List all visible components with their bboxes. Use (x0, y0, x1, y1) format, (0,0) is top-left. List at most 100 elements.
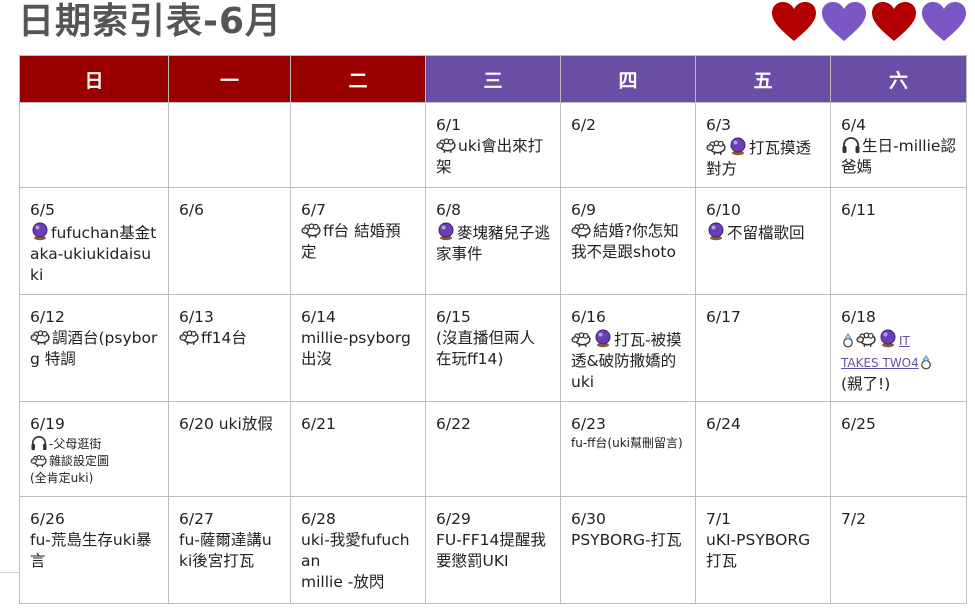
day-date: 6/5 (30, 201, 55, 219)
calendar-week-row: 6/19 -父母逛街 雜談設定圖 (全肯定uki) 6/20 uki放假 6/2… (19, 401, 967, 497)
day-event: ff14台 (179, 328, 280, 349)
ring-icon (919, 354, 933, 370)
calendar-day-cell: 6/23 fu-ff台(uki幫刪留言) (560, 401, 696, 497)
purple-heart-icon (822, 2, 866, 41)
red-heart-icon (872, 2, 916, 41)
headphones-icon (30, 435, 48, 451)
calendar-day-cell: 6/28 uki-我愛fufuchan millie -放閃 (290, 496, 426, 604)
calendar-day-cell (168, 102, 291, 188)
header-monday: 一 (168, 55, 291, 103)
calendar-day-cell: 6/1 uki會出來打架 (425, 102, 561, 188)
calendar-day-cell (290, 102, 426, 188)
calendar-day-cell: 6/24 (695, 401, 831, 497)
calendar-header-row: 日 一 二 三 四 五 六 (19, 55, 967, 103)
day-date: 6/10 (706, 201, 741, 219)
sheep-icon (301, 222, 322, 239)
day-event: (全肯定uki) (30, 471, 94, 485)
crystal-ball-icon (728, 136, 748, 156)
calendar-day-cell: 6/15 (沒直播但兩人在玩ff14) (425, 294, 561, 402)
header-tuesday: 二 (290, 55, 426, 103)
calendar-week-row: 6/1 uki會出來打架 6/2 6/3 打瓦摸透對方 6/4 生日-milli… (19, 102, 967, 188)
day-event: 打瓦摸透對方 (706, 136, 820, 180)
calendar-day-cell: 6/4 生日-millie認爸媽 (830, 102, 967, 188)
day-date: 6/2 (571, 116, 596, 134)
sheep-icon (436, 137, 457, 154)
day-event: fu-荒島生存uki暴言 (30, 531, 152, 570)
day-date: 6/3 (706, 116, 731, 134)
calendar-week-row: 6/12 調酒台(psyborg 特調 6/13 ff14台 6/14 mill… (19, 294, 967, 402)
calendar-table: 日 一 二 三 四 五 六 6/1 uki會出來打架 6/2 6/3 打瓦摸透對… (19, 55, 967, 604)
day-event: 結婚?你怎知我不是跟shoto (571, 222, 679, 261)
calendar-day-cell: 6/17 (695, 294, 831, 402)
day-date: 6/23 (571, 415, 606, 433)
calendar-day-cell: 6/19 -父母逛街 雜談設定圖 (全肯定uki) (19, 401, 169, 497)
day-event: uKI-PSYBORG打瓦 (706, 531, 811, 570)
header-sunday: 日 (19, 55, 169, 103)
day-date: 6/29 (436, 510, 471, 528)
day-event: 生日-millie認爸媽 (841, 136, 956, 176)
day-event: 打瓦-被摸透&破防撒嬌的uki (571, 328, 685, 393)
calendar-day-cell: 6/5 fufuchan基金taka-ukiukidaisuki (19, 187, 169, 295)
sheep-icon (30, 454, 48, 468)
calendar-day-cell: 6/7 ff台 結婚預定 (290, 187, 426, 295)
day-event: (沒直播但兩人在玩ff14) (436, 329, 536, 368)
header-thursday: 四 (560, 55, 696, 103)
day-date: 6/15 (436, 308, 471, 326)
sheep-icon (856, 331, 877, 348)
page-divider (0, 572, 19, 573)
day-event: TAKES TWO4 (841, 352, 956, 374)
calendar-day-cell (19, 102, 169, 188)
calendar-day-cell: 6/12 調酒台(psyborg 特調 (19, 294, 169, 402)
day-date: 6/26 (30, 510, 65, 528)
calendar-day-cell: 6/8 麥塊豬兒子逃家事件 (425, 187, 561, 295)
calendar-week-row: 6/26 fu-荒島生存uki暴言 6/27 fu-薩爾達講uki後宮打瓦 6/… (19, 496, 967, 604)
hearts-decoration (771, 0, 967, 44)
day-event: fufuchan基金taka-ukiukidaisuki (30, 221, 158, 286)
day-event: fu-薩爾達講uki後宮打瓦 (179, 531, 272, 570)
sheep-icon (30, 329, 51, 346)
day-date: 6/6 (179, 201, 204, 219)
calendar-day-cell: 6/6 (168, 187, 291, 295)
sheep-icon (571, 222, 592, 239)
calendar-day-cell: 7/1 uKI-PSYBORG打瓦 (695, 496, 831, 604)
day-date: 6/28 (301, 510, 336, 528)
calendar-day-cell: 6/11 (830, 187, 967, 295)
page-title: 日期索引表-6月 (18, 1, 282, 42)
day-event: millie-psyborg出沒 (301, 329, 411, 368)
day-date: 6/4 (841, 116, 866, 134)
calendar-week-row: 6/5 fufuchan基金taka-ukiukidaisuki 6/6 6/7… (19, 187, 967, 295)
day-event: millie -放閃 (301, 573, 385, 591)
day-date: 6/8 (436, 201, 461, 219)
day-event: 調酒台(psyborg 特調 (30, 329, 158, 368)
day-event: (親了!) (841, 375, 891, 393)
day-event: 麥塊豬兒子逃家事件 (436, 221, 550, 265)
day-date: 6/12 (30, 308, 65, 326)
sheep-icon (706, 139, 727, 156)
calendar-day-cell: 6/16 打瓦-被摸透&破防撒嬌的uki (560, 294, 696, 402)
day-date: 6/11 (841, 201, 876, 219)
crystal-ball-icon (878, 328, 898, 348)
day-event: uki-我愛fufuchan (301, 531, 410, 570)
calendar-day-cell: 6/9 結婚?你怎知我不是跟shoto (560, 187, 696, 295)
headphones-icon (841, 136, 861, 154)
calendar-day-cell: 6/29 FU-FF14提醒我要懲罰UKI (425, 496, 561, 604)
header-saturday: 六 (830, 55, 967, 103)
day-date: 6/20 uki放假 (179, 415, 273, 433)
day-date: 6/9 (571, 201, 596, 219)
day-event: IT (841, 328, 956, 352)
day-date: 6/17 (706, 308, 741, 326)
sheep-icon (179, 329, 200, 346)
ring-icon (841, 332, 855, 348)
day-date: 6/30 (571, 510, 606, 528)
purple-heart-icon (922, 2, 966, 41)
calendar-day-cell: 6/25 (830, 401, 967, 497)
day-date: 6/21 (301, 415, 336, 433)
calendar-day-cell: 6/26 fu-荒島生存uki暴言 (19, 496, 169, 604)
day-date: 6/7 (301, 201, 326, 219)
day-date: 6/19 (30, 415, 65, 433)
calendar-day-cell: 6/27 fu-薩爾達講uki後宮打瓦 (168, 496, 291, 604)
calendar-day-cell: 6/10 不留檔歌回 (695, 187, 831, 295)
it-takes-two-link[interactable]: TAKES TWO4 (841, 356, 919, 370)
calendar-day-cell: 6/21 (290, 401, 426, 497)
it-takes-two-link[interactable]: IT (899, 334, 910, 348)
